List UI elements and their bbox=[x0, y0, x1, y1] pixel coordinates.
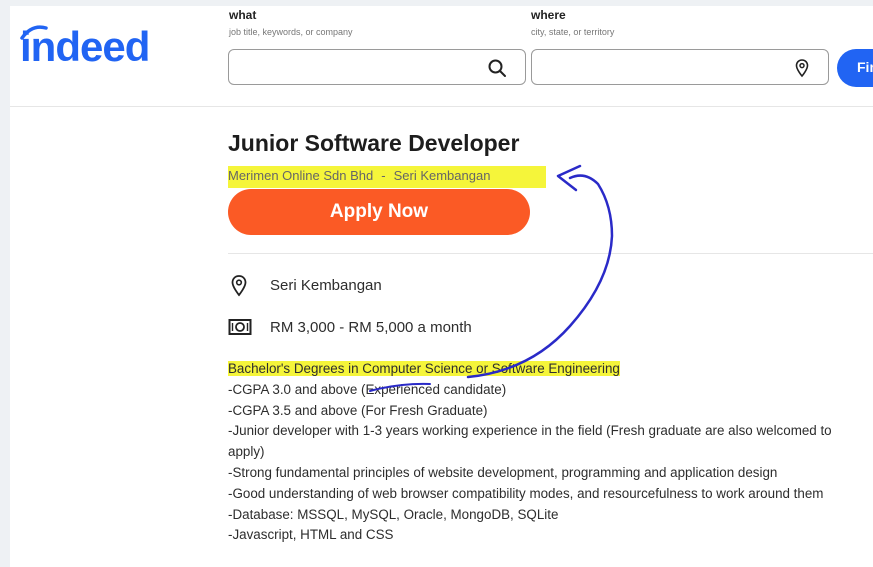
money-icon bbox=[228, 319, 252, 335]
requirement-item: -Good understanding of web browser compa… bbox=[228, 485, 824, 501]
what-label: what bbox=[229, 8, 257, 22]
where-input[interactable] bbox=[540, 56, 784, 80]
location-pin-icon[interactable] bbox=[792, 58, 812, 78]
requirement-item: -Database: MSSQL, MySQL, Oracle, MongoDB… bbox=[228, 506, 559, 522]
search-icon[interactable] bbox=[487, 58, 507, 78]
job-description: Bachelor's Degrees in Computer Science o… bbox=[228, 359, 868, 546]
section-divider bbox=[228, 253, 873, 254]
requirement-item: -CGPA 3.0 and above (Experienced candida… bbox=[228, 381, 507, 397]
location-row: Seri Kembangan bbox=[228, 274, 628, 300]
find-jobs-button[interactable]: Fin bbox=[837, 49, 873, 87]
what-input[interactable] bbox=[237, 56, 461, 80]
job-location: Seri Kembangan bbox=[270, 277, 382, 294]
company-location-line: Merimen Online Sdn Bhd - Seri Kembangan bbox=[228, 166, 546, 188]
where-hint: city, state, or territory bbox=[531, 27, 615, 37]
job-title: Junior Software Developer bbox=[228, 130, 520, 156]
what-search-box[interactable] bbox=[228, 49, 526, 85]
requirement-item: -CGPA 3.5 and above (For Fresh Graduate) bbox=[228, 402, 488, 418]
company-location: Seri Kembangan bbox=[393, 168, 491, 183]
find-jobs-label: Fin bbox=[857, 59, 873, 75]
location-pin-icon bbox=[231, 275, 247, 297]
apply-now-button[interactable]: Apply Now bbox=[228, 189, 530, 235]
salary-row: RM 3,000 - RM 5,000 a month bbox=[228, 316, 628, 342]
requirement-item: -Strong fundamental principles of websit… bbox=[228, 464, 778, 480]
company-name[interactable]: Merimen Online Sdn Bhd bbox=[228, 168, 373, 183]
requirement-item: -Javascript, HTML and CSS bbox=[228, 527, 394, 543]
where-search-box[interactable] bbox=[531, 49, 829, 85]
requirement-item: Bachelor's Degrees in Computer Science o… bbox=[228, 361, 620, 376]
requirement-item: -Junior developer with 1-3 years working… bbox=[228, 423, 832, 460]
job-page: indeed what job title, keywords, or comp… bbox=[10, 6, 873, 567]
what-hint: job title, keywords, or company bbox=[229, 27, 353, 37]
job-salary: RM 3,000 - RM 5,000 a month bbox=[270, 319, 472, 336]
apply-now-label: Apply Now bbox=[329, 201, 429, 222]
separator: - bbox=[381, 168, 386, 183]
logo-text: indeed bbox=[20, 23, 150, 70]
header-divider bbox=[10, 106, 873, 107]
where-label: where bbox=[531, 8, 566, 22]
indeed-logo[interactable]: indeed bbox=[18, 18, 178, 78]
